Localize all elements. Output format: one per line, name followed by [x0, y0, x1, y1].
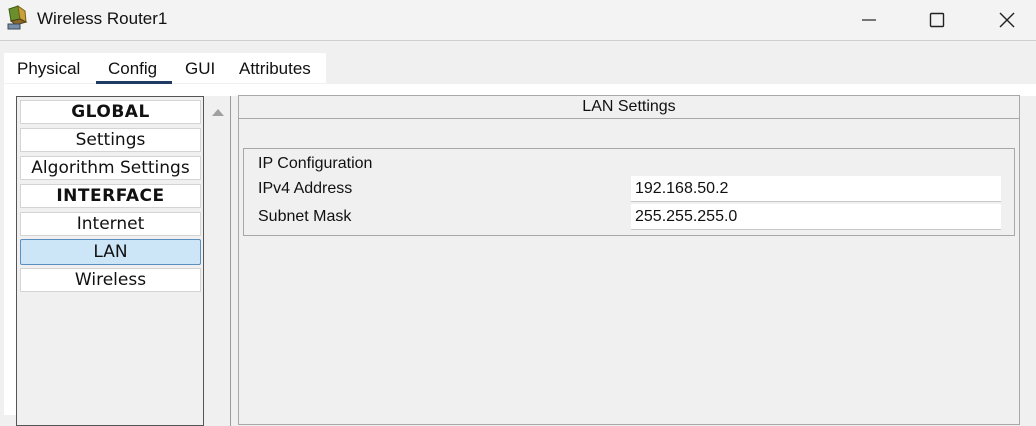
router-icon: [6, 4, 32, 31]
ip-configuration-title: IP Configuration: [258, 155, 373, 172]
nav-item-lan[interactable]: LAN: [20, 239, 201, 265]
close-button[interactable]: [972, 0, 1036, 40]
subnet-mask-label: Subnet Mask: [258, 208, 352, 225]
window-title: Wireless Router1: [37, 9, 168, 28]
nav-item-settings[interactable]: Settings: [20, 128, 201, 152]
close-icon: [999, 12, 1015, 28]
config-nav-list: GLOBAL Settings Algorithm Settings INTER…: [16, 96, 204, 426]
scroll-up-icon[interactable]: [212, 104, 224, 122]
lan-settings-header: LAN Settings: [239, 96, 1019, 119]
nav-item-wireless[interactable]: Wireless: [20, 268, 201, 292]
tab-attributes[interactable]: Attributes: [239, 59, 311, 79]
tab-physical[interactable]: Physical: [17, 59, 80, 79]
tab-bar: Physical Config GUI Attributes: [4, 53, 326, 83]
ipv4-address-label: IPv4 Address: [258, 180, 353, 197]
ip-configuration-group: IP Configuration IPv4 Address Subnet Mas…: [243, 148, 1015, 236]
minimize-button[interactable]: [834, 0, 904, 40]
maximize-button[interactable]: [902, 0, 972, 40]
maximize-icon: [929, 12, 945, 28]
minimize-icon: [862, 19, 876, 21]
subnet-mask-field[interactable]: [631, 204, 1001, 230]
nav-scrollbar[interactable]: [205, 96, 231, 426]
lan-settings-title: LAN Settings: [582, 98, 676, 115]
tab-config[interactable]: Config: [108, 59, 157, 79]
nav-item-algorithm-settings[interactable]: Algorithm Settings: [20, 156, 201, 180]
nav-item-internet[interactable]: Internet: [20, 212, 201, 236]
ipv4-address-field[interactable]: [631, 176, 1001, 202]
title-bar: Wireless Router1: [0, 0, 1036, 41]
nav-header-interface: INTERFACE: [20, 184, 201, 208]
tab-gui[interactable]: GUI: [185, 59, 215, 79]
lan-settings-panel: LAN Settings IP Configuration IPv4 Addre…: [238, 95, 1020, 425]
nav-header-global: GLOBAL: [20, 100, 201, 124]
